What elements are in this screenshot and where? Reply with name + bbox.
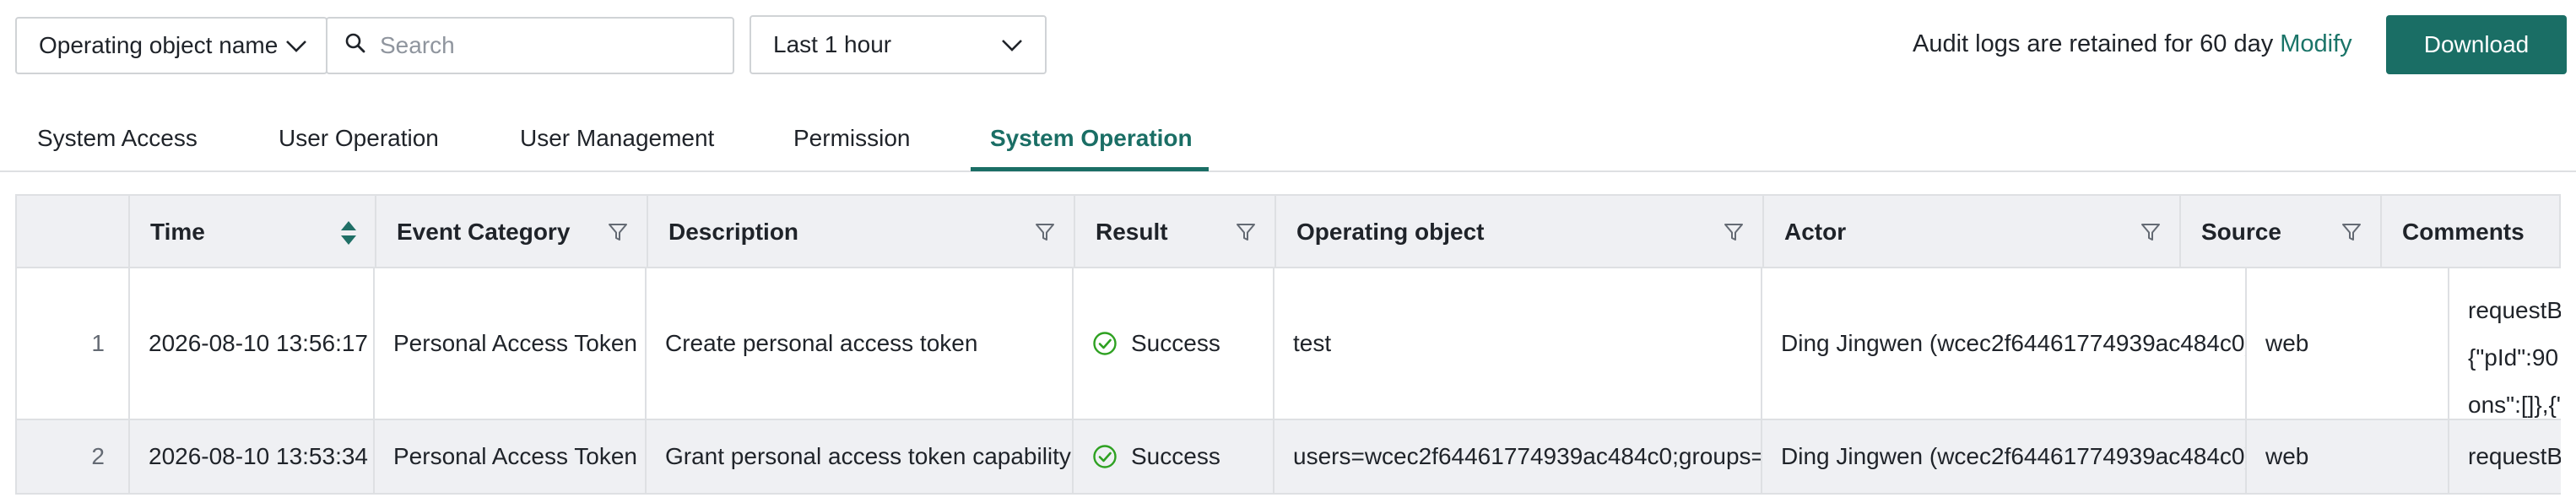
time-range-select-value: Last 1 hour [773, 31, 892, 57]
header-comments-label: Comments [2402, 219, 2525, 245]
row-index: 2 [17, 420, 130, 493]
cell-source: web [2247, 268, 2449, 419]
cell-event-category: Personal Access Token [375, 420, 647, 493]
cell-comments: requestB {"pId":90 ons":[]},{" [2449, 268, 2561, 419]
comment-line: requestB [2468, 297, 2561, 323]
header-source[interactable]: Source [2181, 196, 2382, 268]
header-time[interactable]: Time [130, 196, 376, 268]
operating-object-select[interactable]: Operating object name [15, 17, 327, 74]
header-actor-label: Actor [1784, 219, 1847, 245]
cell-comments: requestB [2449, 420, 2561, 493]
row-index: 1 [17, 268, 130, 419]
operating-object-select-value: Operating object name [39, 32, 279, 58]
tab-system-operation[interactable]: System Operation [990, 125, 1193, 152]
cell-result: Success [1074, 268, 1274, 419]
tab-user-management[interactable]: User Management [520, 125, 714, 152]
cell-operating-object: test [1274, 268, 1762, 419]
header-description[interactable]: Description [648, 196, 1075, 268]
comment-line: ons":[]},{" [2468, 392, 2561, 418]
table-row[interactable]: 1 2026-08-10 13:56:17 Personal Access To… [15, 268, 2561, 420]
header-time-label: Time [150, 219, 205, 245]
header-result-label: Result [1096, 219, 1168, 245]
cell-description: Grant personal access token capability [647, 420, 1074, 493]
filter-icon[interactable] [2341, 221, 2362, 248]
search-field[interactable] [326, 17, 734, 74]
cell-operating-object: users=wcec2f64461774939ac484c0;groups= [1274, 420, 1762, 493]
cell-description: Create personal access token [647, 268, 1074, 419]
header-actor[interactable]: Actor [1764, 196, 2181, 268]
table-row[interactable]: 2 2026-08-10 13:53:34 Personal Access To… [15, 420, 2561, 495]
search-input[interactable] [378, 31, 716, 60]
header-operating-object-label: Operating object [1296, 219, 1485, 245]
chevron-down-icon [285, 32, 307, 59]
cell-event-category: Personal Access Token [375, 268, 647, 419]
tab-permission[interactable]: Permission [793, 125, 910, 152]
header-operating-object[interactable]: Operating object [1276, 196, 1764, 268]
time-range-select[interactable]: Last 1 hour [750, 15, 1047, 74]
audit-tabs: System Access User Operation User Manage… [0, 105, 2576, 172]
header-source-label: Source [2201, 219, 2281, 245]
result-text: Success [1131, 443, 1220, 469]
header-comments: Comments [2382, 196, 2561, 268]
cell-time: 2026-08-10 13:56:17 [130, 268, 375, 419]
success-check-icon [1092, 444, 1118, 469]
header-event-category[interactable]: Event Category [376, 196, 648, 268]
success-check-icon [1092, 331, 1118, 356]
table-header: Time Event Category Description Result O… [15, 194, 2561, 268]
download-button[interactable]: Download [2386, 15, 2567, 74]
comment-line: requestB [2468, 443, 2561, 469]
sort-icon[interactable] [339, 219, 358, 252]
search-icon [344, 32, 366, 60]
retention-text: Audit logs are retained for 60 day [1913, 30, 2274, 57]
retention-notice: Audit logs are retained for 60 day Modify [1913, 30, 2352, 58]
filter-icon[interactable] [1724, 221, 1744, 248]
filter-icon[interactable] [1035, 221, 1055, 248]
cell-actor: Ding Jingwen (wcec2f64461774939ac484c0) [1762, 420, 2247, 493]
cell-result: Success [1074, 420, 1274, 493]
header-result[interactable]: Result [1075, 196, 1276, 268]
audit-log-table: Time Event Category Description Result O… [15, 194, 2561, 503]
comment-line: {"pId":90 [2468, 344, 2559, 370]
header-description-label: Description [668, 219, 799, 245]
cell-actor: Ding Jingwen (wcec2f64461774939ac484c0) [1762, 268, 2247, 419]
active-tab-indicator [971, 167, 1209, 171]
tab-user-operation[interactable]: User Operation [279, 125, 439, 152]
filter-icon[interactable] [1236, 221, 1256, 248]
header-index [17, 196, 130, 268]
cell-time: 2026-08-10 13:53:34 [130, 420, 375, 493]
result-text: Success [1131, 330, 1220, 356]
filter-icon[interactable] [2140, 221, 2161, 248]
modify-link[interactable]: Modify [2280, 30, 2351, 57]
cell-source: web [2247, 420, 2449, 493]
tab-system-access[interactable]: System Access [37, 125, 198, 152]
filter-icon[interactable] [608, 221, 628, 248]
header-event-category-label: Event Category [397, 219, 571, 245]
chevron-down-icon [1001, 31, 1023, 58]
